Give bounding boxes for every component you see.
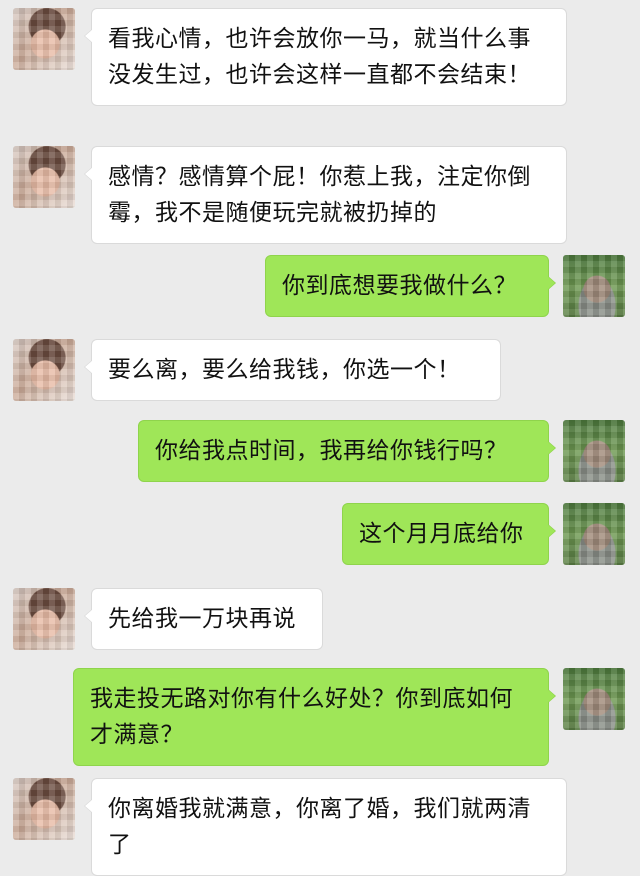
user-avatar[interactable] — [563, 420, 625, 482]
incoming-message-bubble[interactable]: 先给我一万块再说 — [84, 588, 323, 650]
incoming-message-bubble[interactable]: 看我心情，也许会放你一马，就当什么事没发生过，也许会这样一直都不会结束！ — [84, 8, 567, 106]
contact-avatar[interactable] — [13, 588, 75, 650]
user-avatar[interactable] — [563, 255, 625, 317]
contact-avatar[interactable] — [13, 339, 75, 401]
user-avatar[interactable] — [563, 668, 625, 730]
incoming-message-bubble[interactable]: 要么离，要么给我钱，你选一个！ — [84, 339, 501, 401]
outgoing-message-bubble[interactable]: 我走投无路对你有什么好处？你到底如何才满意？ — [73, 668, 556, 766]
contact-avatar[interactable] — [13, 8, 75, 70]
outgoing-message-bubble[interactable]: 这个月月底给你 — [342, 503, 556, 565]
outgoing-message-bubble[interactable]: 你给我点时间，我再给你钱行吗？ — [138, 420, 556, 482]
contact-avatar[interactable] — [13, 146, 75, 208]
incoming-message-bubble[interactable]: 你离婚我就满意，你离了婚，我们就两清了 — [84, 778, 567, 876]
contact-avatar[interactable] — [13, 778, 75, 840]
outgoing-message-bubble[interactable]: 你到底想要我做什么？ — [265, 255, 556, 317]
incoming-message-bubble[interactable]: 感情？感情算个屁！你惹上我，注定你倒霉，我不是随便玩完就被扔掉的 — [84, 146, 567, 244]
user-avatar[interactable] — [563, 503, 625, 565]
